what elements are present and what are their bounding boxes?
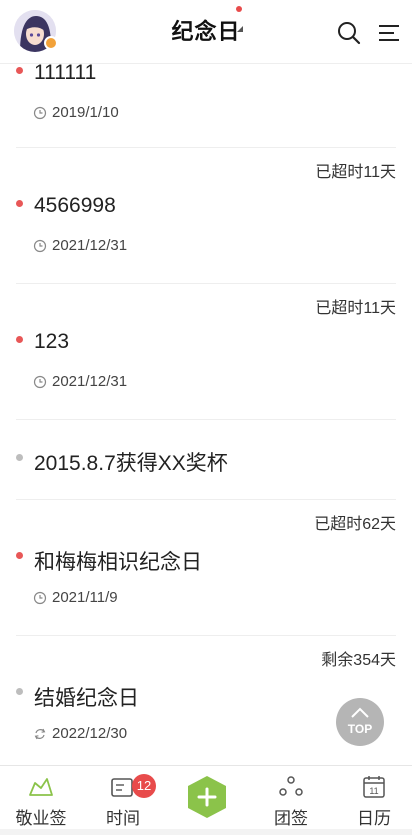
list-item[interactable]: 已超时11天 4566998 2021/12/31 xyxy=(16,148,396,284)
anniversary-list: 111111 2019/1/10 已超时11天 4566998 2021/12/… xyxy=(0,61,412,772)
item-date: 2022/12/30 xyxy=(52,725,128,742)
note-icon xyxy=(29,778,53,796)
repeat-icon xyxy=(34,728,46,739)
list-item[interactable]: 111111 2019/1/10 xyxy=(16,61,396,148)
tab-calendar[interactable]: 11 日历 xyxy=(339,774,409,829)
status-dot xyxy=(16,200,23,207)
clock-icon xyxy=(33,591,47,604)
notification-dot xyxy=(236,6,242,12)
clock-icon xyxy=(33,106,47,119)
item-name: 和梅梅相识纪念日 xyxy=(34,551,202,574)
add-button[interactable] xyxy=(184,774,230,820)
item-name: 2015.8.7获得XX奖杯 xyxy=(34,452,228,475)
dropdown-caret-icon xyxy=(237,26,243,32)
menu-icon[interactable] xyxy=(376,20,402,46)
tab-label: 团签 xyxy=(274,809,308,828)
tab-label: 日历 xyxy=(357,809,391,828)
item-date-row: 2021/12/31 xyxy=(33,373,127,390)
item-date: 2021/12/31 xyxy=(52,237,128,254)
list-item[interactable]: 剩余354天 结婚纪念日 2022/12/30 xyxy=(16,636,396,772)
tab-label: 时间 xyxy=(106,809,140,828)
item-date: 2021/12/31 xyxy=(52,373,128,390)
clock-icon xyxy=(33,375,47,388)
status-dot xyxy=(16,688,23,695)
top-bar: 纪念日 xyxy=(0,0,412,64)
calendar-icon: 11 xyxy=(363,776,385,798)
tab-team[interactable]: 团签 xyxy=(256,774,326,829)
search-icon[interactable] xyxy=(336,20,362,46)
team-icon xyxy=(279,776,303,796)
item-date: 2021/11/9 xyxy=(52,589,118,606)
item-date: 2019/1/10 xyxy=(52,104,119,121)
chevron-up-icon xyxy=(351,707,369,718)
tab-jingye[interactable]: 敬业签 xyxy=(6,774,76,829)
list-item[interactable]: 已超时11天 123 2021/12/31 xyxy=(16,284,396,420)
clock-icon xyxy=(33,239,47,252)
list-item[interactable]: 已超时62天 和梅梅相识纪念日 2021/11/9 xyxy=(16,500,396,636)
tab-label: 敬业签 xyxy=(15,809,67,828)
item-name: 123 xyxy=(34,330,70,353)
item-date-row: 2022/12/30 xyxy=(33,725,127,742)
item-name: 4566998 xyxy=(34,194,116,217)
calendar-day: 11 xyxy=(369,786,378,796)
status-dot xyxy=(16,67,23,74)
back-to-top-label: TOP xyxy=(347,722,373,736)
status-dot xyxy=(16,552,23,559)
unread-badge: 12 xyxy=(132,774,156,798)
back-to-top-button[interactable]: TOP xyxy=(336,698,384,746)
item-name: 111111 xyxy=(34,61,97,84)
status-label: 已超时62天 xyxy=(314,516,396,533)
status-dot xyxy=(16,454,23,461)
home-indicator xyxy=(0,829,412,835)
bottom-tab-bar: 敬业签 12 时间 团签 11 日历 xyxy=(0,765,412,835)
status-label: 已超时11天 xyxy=(315,300,396,317)
status-label: 已超时11天 xyxy=(315,164,396,181)
item-date-row: 2021/12/31 xyxy=(33,237,127,254)
tab-time[interactable]: 12 时间 xyxy=(88,774,158,829)
status-dot xyxy=(16,336,23,343)
item-date-row: 2019/1/10 xyxy=(33,104,119,121)
item-name: 结婚纪念日 xyxy=(34,687,139,710)
item-date-row: 2021/11/9 xyxy=(33,589,118,606)
list-item[interactable]: 2015.8.7获得XX奖杯 xyxy=(16,420,396,500)
page-title: 纪念日 xyxy=(171,19,241,44)
status-label: 剩余354天 xyxy=(321,652,396,669)
